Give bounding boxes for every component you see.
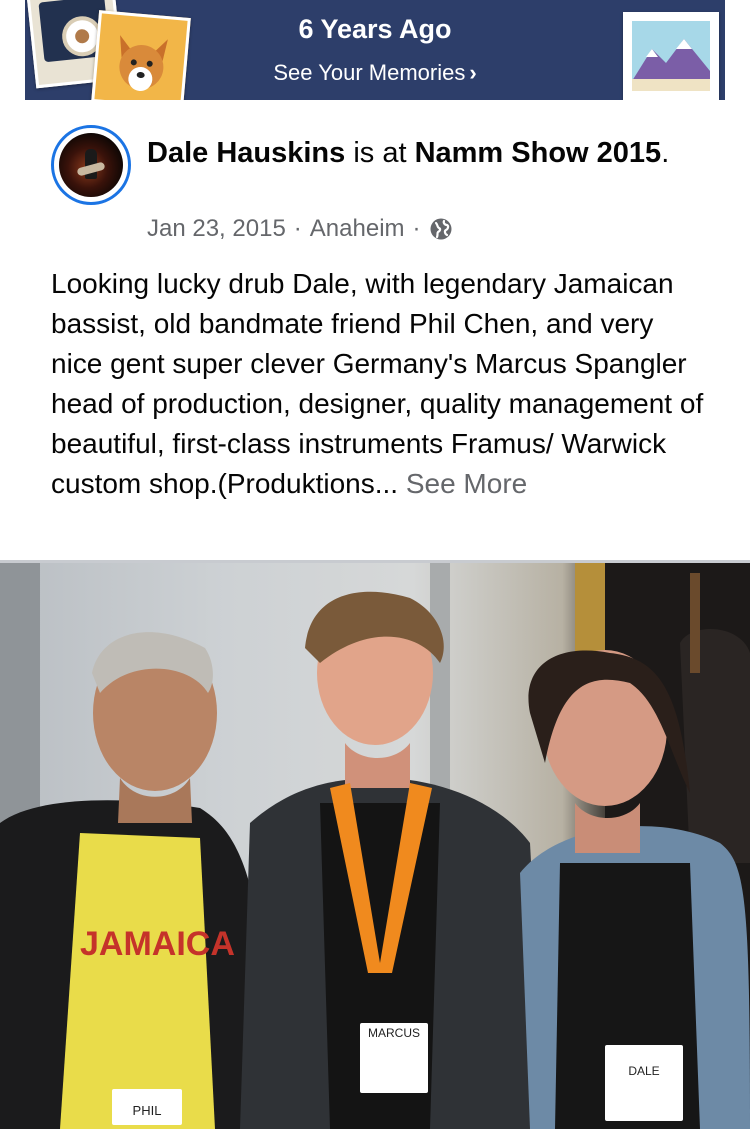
photo-scene: JAMAICA PHIL MARCUS DALE [0,563,750,1129]
post-body: Looking lucky drub Dale, with legendary … [51,268,704,499]
post-header: Dale Hauskins is at Namm Show 2015. [147,134,707,172]
header-terminator: . [661,137,670,169]
globe-icon[interactable] [429,217,453,241]
post-meta: Jan 23, 2015 · Anaheim · [147,215,453,243]
post-city[interactable]: Anaheim [310,215,405,243]
post-date[interactable]: Jan 23, 2015 [147,215,286,243]
memories-banner[interactable]: 6 Years Ago See Your Memories › [25,0,725,100]
author-name[interactable]: Dale Hauskins [147,137,345,169]
post-photo[interactable]: JAMAICA PHIL MARCUS DALE [0,563,750,1129]
meta-separator: · [412,215,421,242]
checkin-connector: is at [345,137,415,169]
post-text: Looking lucky drub Dale, with legendary … [51,264,711,504]
name-badge-marcus: MARCUS [368,1026,420,1040]
chevron-right-icon: › [469,60,477,85]
see-more-link[interactable]: See More [406,468,527,499]
shirt-text: JAMAICA [80,925,235,963]
profile-picture [59,133,123,197]
memories-title: 6 Years Ago [298,14,452,44]
avatar[interactable] [51,125,131,205]
see-memories-link[interactable]: See Your Memories › [25,60,725,86]
see-memories-label: See Your Memories [273,60,466,85]
meta-separator: · [293,215,302,242]
checkin-location[interactable]: Namm Show 2015 [415,137,662,169]
name-badge-dale: DALE [628,1064,659,1078]
name-badge-phil: PHIL [133,1103,162,1118]
